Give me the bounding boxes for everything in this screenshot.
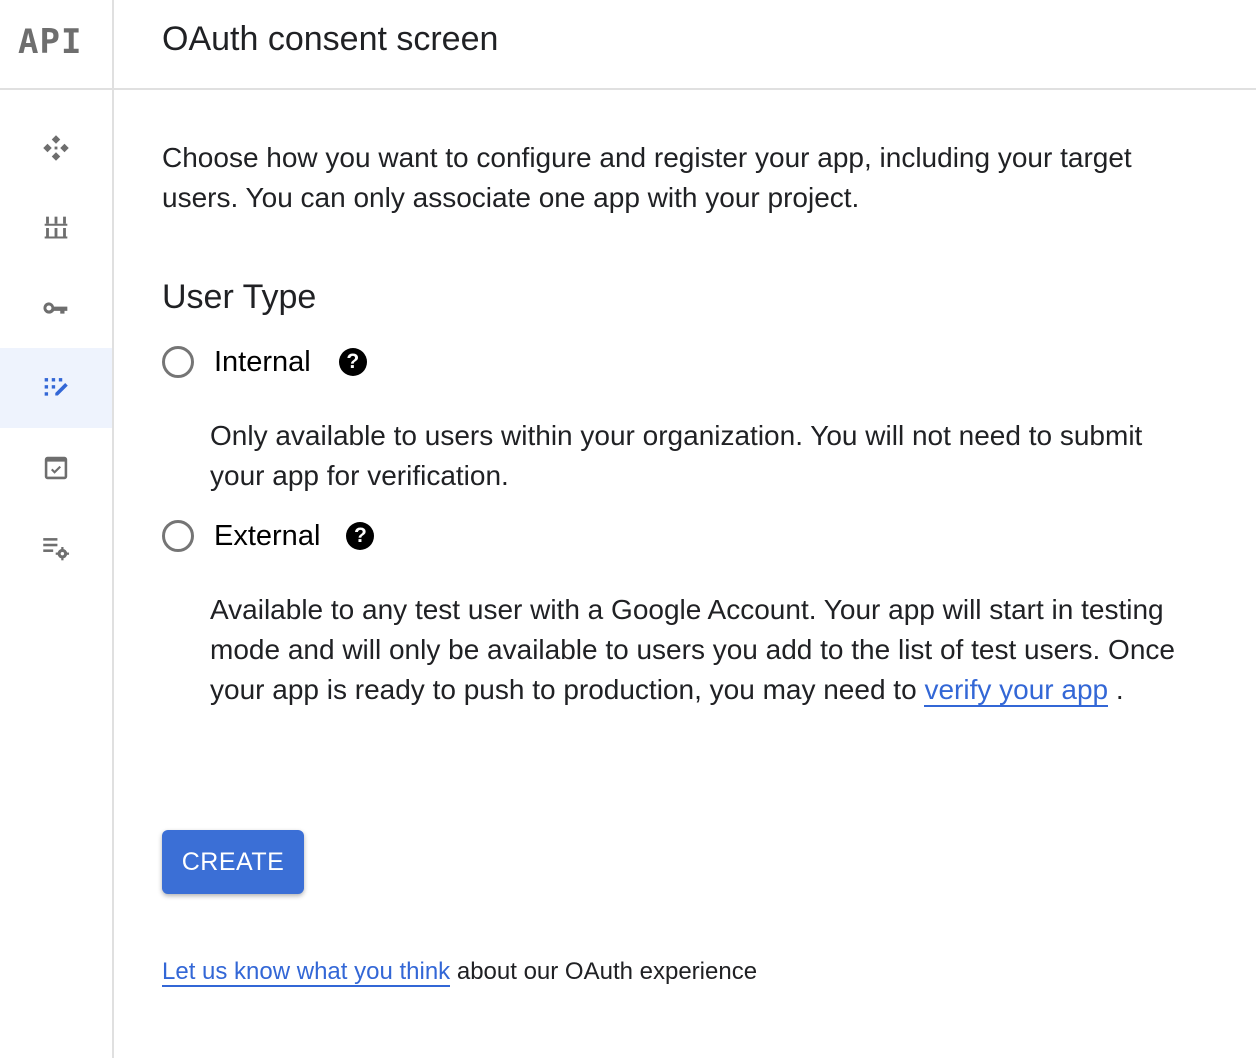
sidebar-item-dashboard[interactable]	[0, 108, 112, 188]
logo-cell: API	[0, 0, 114, 88]
verify-app-link[interactable]: verify your app	[924, 674, 1109, 707]
feedback-line: Let us know what you think about our OAu…	[162, 958, 758, 987]
option-internal-description: Only available to users within your orga…	[210, 420, 1143, 491]
option-external-suffix: .	[1115, 674, 1124, 705]
sidebar-item-oauth-consent[interactable]	[0, 348, 112, 428]
help-icon[interactable]: ?	[346, 522, 375, 550]
sidebar	[0, 90, 114, 1058]
sidebar-item-credentials[interactable]	[0, 268, 112, 348]
sidebar-item-domain-verification[interactable]	[0, 428, 112, 508]
feedback-link[interactable]: Let us know what you think	[162, 958, 451, 987]
domain-verification-icon	[44, 456, 68, 480]
option-external[interactable]: External ?	[162, 516, 375, 556]
oauth-consent-icon	[44, 378, 68, 396]
feedback-text: about our OAuth experience	[450, 958, 758, 985]
page-title: OAuth consent screen	[162, 20, 499, 58]
option-internal[interactable]: Internal ?	[162, 342, 367, 382]
user-type-heading: User Type	[162, 278, 317, 316]
api-logo[interactable]: API	[18, 22, 82, 62]
create-button[interactable]: CREATE	[162, 830, 304, 894]
option-internal-label[interactable]: Internal	[214, 346, 311, 379]
dashboard-icon	[43, 135, 69, 161]
radio-internal[interactable]	[162, 346, 194, 378]
sidebar-item-library[interactable]	[0, 188, 112, 268]
help-icon[interactable]: ?	[338, 348, 367, 376]
radio-external[interactable]	[162, 520, 194, 552]
option-external-label[interactable]: External	[214, 520, 320, 553]
top-bar: API OAuth consent screen	[0, 0, 1256, 90]
library-icon	[44, 216, 68, 239]
page-usage-settings-icon	[43, 538, 70, 561]
credentials-key-icon	[43, 302, 68, 314]
sidebar-item-page-usage-agreements[interactable]	[0, 508, 112, 588]
intro-text: Choose how you want to configure and reg…	[162, 142, 1132, 213]
option-external-description: Available to any test user with a Google…	[210, 590, 1200, 710]
